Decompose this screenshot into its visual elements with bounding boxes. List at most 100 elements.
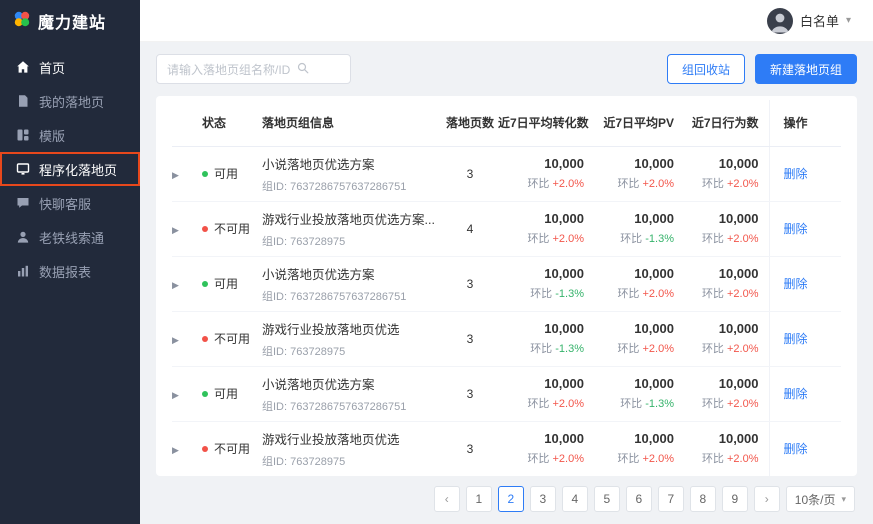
- page-button[interactable]: 2: [497, 486, 524, 512]
- behaviors-header: 近7日行为数: [684, 100, 769, 147]
- page-button[interactable]: 9: [721, 486, 748, 512]
- status-dot: [202, 336, 208, 342]
- page-button[interactable]: 4: [561, 486, 588, 512]
- recycle-bin-button[interactable]: 组回收站: [666, 54, 745, 84]
- page-button[interactable]: 5: [593, 486, 620, 512]
- sidebar-item-label: 首页: [39, 60, 66, 76]
- status-dot: [202, 391, 208, 397]
- pagination: ‹ 1 2 3 4 5 6 7 8 9 › 10条/页 ▾: [156, 486, 857, 512]
- behaviors-value: 10,000: [718, 211, 759, 226]
- delete-link[interactable]: 删除: [784, 387, 808, 401]
- sidebar-item-my-landing-pages[interactable]: 我的落地页: [0, 84, 140, 118]
- expand-arrow-icon[interactable]: ▶: [172, 335, 179, 345]
- pv-value: 10,000: [634, 266, 674, 281]
- pages-count: 3: [442, 256, 498, 312]
- conversions-ratio: 环比 -1.3%: [530, 343, 584, 355]
- topbar: 白名单 ▾: [140, 0, 873, 42]
- behaviors-ratio: 环比 +2.0%: [701, 233, 759, 245]
- home-icon: [16, 60, 30, 74]
- table-row: ▶ 不可用 游戏行业投放落地页优选 组ID: 763728975 3 10,00…: [172, 421, 841, 476]
- table-header-row: 状态 落地页组信息 落地页数 近7日平均转化数 近7日平均PV 近7日行为数 操…: [172, 100, 841, 147]
- delete-link[interactable]: 删除: [784, 222, 808, 236]
- conversions-value: 10,000: [544, 376, 584, 391]
- pv-value: 10,000: [634, 321, 674, 336]
- page-size-select[interactable]: 10条/页 ▾: [785, 486, 855, 512]
- next-page-button[interactable]: ›: [753, 486, 780, 512]
- sidebar-menu: 首页 我的落地页 模版 程序化落地页 快聊客服 老铁线索通 数据报表: [0, 42, 140, 288]
- conversions-value: 10,000: [544, 321, 584, 336]
- sidebar-item-templates[interactable]: 模版: [0, 118, 140, 152]
- sidebar-item-chat-service[interactable]: 快聊客服: [0, 186, 140, 220]
- table-row: ▶ 可用 小说落地页优选方案 组ID: 7637286757637286751 …: [172, 146, 841, 202]
- sidebar-item-data-reports[interactable]: 数据报表: [0, 254, 140, 288]
- conversions-header: 近7日平均转化数: [498, 100, 594, 147]
- logo-icon: [13, 10, 31, 33]
- behaviors-ratio: 环比 +2.0%: [701, 178, 759, 190]
- sidebar-item-leads[interactable]: 老铁线索通: [0, 220, 140, 254]
- create-group-button[interactable]: 新建落地页组: [754, 54, 857, 84]
- chevron-down-icon: ▾: [845, 15, 851, 26]
- content-area: 请输入落地页组名称/ID 组回收站 新建落地页组 状态 落地页组信息 落地页数 …: [140, 42, 873, 524]
- status-label: 可用: [214, 277, 239, 291]
- group-id: 组ID: 763728975: [262, 345, 346, 358]
- monitor-icon: [16, 162, 30, 176]
- expand-arrow-icon[interactable]: ▶: [172, 280, 179, 290]
- behaviors-value: 10,000: [718, 266, 759, 281]
- pv-ratio: 环比 -1.3%: [620, 233, 674, 245]
- page-button[interactable]: 6: [625, 486, 652, 512]
- delete-link[interactable]: 删除: [784, 277, 808, 291]
- group-name: 小说落地页优选方案: [262, 267, 375, 282]
- group-name: 游戏行业投放落地页优选方案...: [262, 212, 435, 227]
- pv-value: 10,000: [634, 376, 674, 391]
- prev-page-button[interactable]: ‹: [433, 486, 460, 512]
- avatar: [766, 7, 793, 34]
- info-header: 落地页组信息: [262, 100, 442, 147]
- page-button[interactable]: 8: [689, 486, 716, 512]
- status-label: 可用: [214, 387, 239, 401]
- pv-ratio: 环比 +2.0%: [617, 178, 674, 190]
- template-icon: [16, 128, 30, 142]
- sidebar-item-home[interactable]: 首页: [0, 50, 140, 84]
- search-input[interactable]: 请输入落地页组名称/ID: [156, 54, 351, 84]
- group-name: 小说落地页优选方案: [262, 157, 375, 172]
- status-label: 不可用: [214, 222, 251, 236]
- sidebar-item-programmatic-landing-pages[interactable]: 程序化落地页: [0, 152, 140, 186]
- chat-bubble-icon: [16, 196, 30, 210]
- behaviors-value: 10,000: [718, 321, 759, 336]
- toolbar-actions: 组回收站 新建落地页组: [666, 54, 857, 84]
- status-label: 可用: [214, 167, 239, 181]
- expand-arrow-icon[interactable]: ▶: [172, 225, 179, 235]
- sidebar-item-label: 老铁线索通: [39, 230, 105, 246]
- conversions-value: 10,000: [544, 211, 584, 226]
- expand-arrow-icon[interactable]: ▶: [172, 445, 179, 455]
- delete-link[interactable]: 删除: [784, 167, 808, 181]
- behaviors-ratio: 环比 +2.0%: [701, 398, 759, 410]
- user-menu[interactable]: 白名单 ▾: [766, 7, 851, 34]
- bar-chart-icon: [16, 264, 30, 278]
- pages-header: 落地页数: [442, 100, 498, 147]
- status-header: 状态: [202, 100, 262, 147]
- page-button[interactable]: 3: [529, 486, 556, 512]
- sidebar-item-label: 快聊客服: [39, 196, 92, 212]
- status-dot: [202, 171, 208, 177]
- conversions-value: 10,000: [544, 431, 584, 447]
- delete-link[interactable]: 删除: [784, 442, 808, 456]
- expand-arrow-icon[interactable]: ▶: [172, 170, 179, 180]
- table-row: ▶ 不可用 游戏行业投放落地页优选 组ID: 763728975 3 10,00…: [172, 311, 841, 367]
- behaviors-value: 10,000: [718, 376, 759, 391]
- group-name: 小说落地页优选方案: [262, 377, 375, 392]
- page-button[interactable]: 1: [465, 486, 492, 512]
- conversions-value: 10,000: [544, 266, 584, 281]
- expand-column-header: [172, 100, 202, 147]
- conversions-ratio: 环比 +2.0%: [527, 398, 584, 410]
- conversions-ratio: 环比 -1.3%: [530, 288, 584, 300]
- landing-page-groups-table: 状态 落地页组信息 落地页数 近7日平均转化数 近7日平均PV 近7日行为数 操…: [172, 100, 841, 476]
- delete-link[interactable]: 删除: [784, 332, 808, 346]
- status-label: 不可用: [214, 332, 251, 346]
- group-id: 组ID: 7637286757637286751: [262, 180, 407, 193]
- expand-arrow-icon[interactable]: ▶: [172, 390, 179, 400]
- status-dot: [202, 226, 208, 232]
- behaviors-ratio: 环比 +2.0%: [701, 453, 759, 466]
- status-dot: [202, 446, 208, 453]
- page-button[interactable]: 7: [657, 486, 684, 512]
